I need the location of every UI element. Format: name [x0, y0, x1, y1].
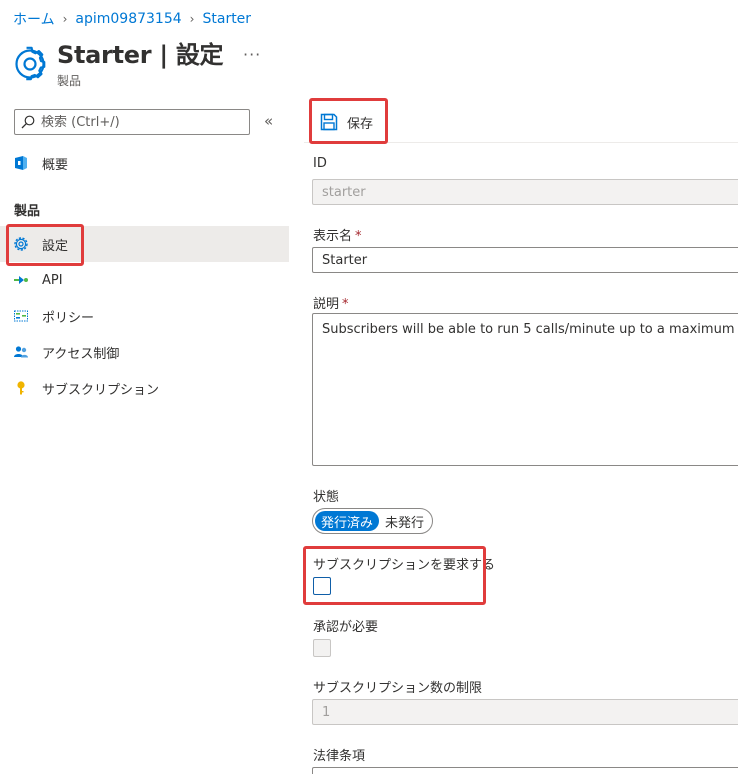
api-icon [13, 272, 29, 288]
display-name-value: Starter [322, 252, 368, 268]
sidebar-item-label: API [42, 272, 63, 288]
description-label-text: 説明 [313, 297, 340, 312]
sidebar-search-input[interactable] [41, 114, 241, 130]
page-subtitle: 製品 [57, 74, 82, 88]
id-value: starter [322, 184, 366, 200]
search-icon [21, 115, 35, 129]
people-icon [13, 344, 29, 360]
breadcrumb-product-link[interactable]: Starter [202, 11, 251, 27]
sidebar-item-label: ポリシー [42, 310, 95, 326]
require-subscription-label: サブスクリプションを要求する [313, 558, 496, 573]
more-options-button[interactable]: ··· [243, 45, 261, 64]
approval-checkbox[interactable] [313, 639, 331, 657]
sidebar-item-subscriptions[interactable]: サブスクリプション [0, 370, 289, 406]
approval-label: 承認が必要 [313, 620, 379, 635]
display-name-label: 表示名 * [313, 225, 362, 244]
sidebar-item-label: 概要 [42, 157, 69, 173]
breadcrumb-separator: › [62, 12, 68, 26]
state-toggle: 発行済み 未発行 [312, 508, 434, 534]
state-label: 状態 [313, 490, 340, 505]
breadcrumb: ホーム › apim09873154 › Starter [13, 9, 251, 29]
collapse-sidebar-button[interactable]: « [264, 112, 273, 130]
description-value: Subscribers will be able to run 5 calls/… [322, 322, 738, 337]
require-subscription-checkbox[interactable] [313, 577, 331, 595]
required-mark: * [342, 297, 349, 312]
sidebar-item-api[interactable]: API [0, 262, 289, 298]
save-icon [320, 113, 338, 131]
breadcrumb-home-link[interactable]: ホーム [13, 9, 55, 29]
sidebar-section-title: 製品 [14, 204, 41, 219]
subscription-limit-label: サブスクリプション数の制限 [313, 681, 483, 696]
sidebar-item-access-control[interactable]: アクセス制御 [0, 334, 289, 370]
legal-terms-field[interactable] [312, 767, 738, 774]
sidebar-item-label: 設定 [42, 238, 69, 254]
sidebar-item-overview[interactable]: 概要 [0, 145, 289, 181]
state-option-published[interactable]: 発行済み [315, 511, 380, 531]
save-button[interactable]: 保存 [312, 106, 381, 138]
gear-icon [13, 236, 29, 252]
legal-terms-label: 法律条項 [313, 749, 366, 764]
required-mark: * [355, 229, 362, 244]
save-button-label: 保存 [347, 116, 374, 132]
id-label: ID [313, 156, 327, 171]
id-field: starter [312, 179, 738, 205]
description-label: 説明 * [313, 293, 349, 312]
breadcrumb-service-link[interactable]: apim09873154 [75, 11, 181, 27]
sidebar-item-label: アクセス制御 [42, 346, 120, 362]
policy-icon [13, 308, 29, 324]
page-title: Starter | 設定 [57, 41, 224, 69]
sidebar-search-box[interactable] [14, 109, 250, 135]
gear-icon [15, 46, 46, 81]
subscription-limit-value: 1 [322, 704, 331, 720]
key-icon [13, 380, 29, 396]
overview-icon [13, 155, 29, 171]
subscription-limit-field[interactable]: 1 [312, 699, 738, 725]
divider [304, 142, 738, 143]
sidebar-item-label: サブスクリプション [42, 382, 160, 398]
sidebar-item-policies[interactable]: ポリシー [0, 298, 289, 334]
display-name-label-text: 表示名 [313, 229, 353, 244]
breadcrumb-separator: › [189, 12, 195, 26]
page-header: Starter | 設定 製品 [12, 40, 224, 89]
display-name-field[interactable]: Starter [312, 247, 738, 273]
sidebar-item-settings[interactable]: 設定 [0, 226, 289, 262]
state-option-unpublished[interactable]: 未発行 [379, 511, 430, 531]
description-textarea[interactable]: Subscribers will be able to run 5 calls/… [312, 313, 738, 466]
command-bar: 保存 [312, 102, 381, 142]
